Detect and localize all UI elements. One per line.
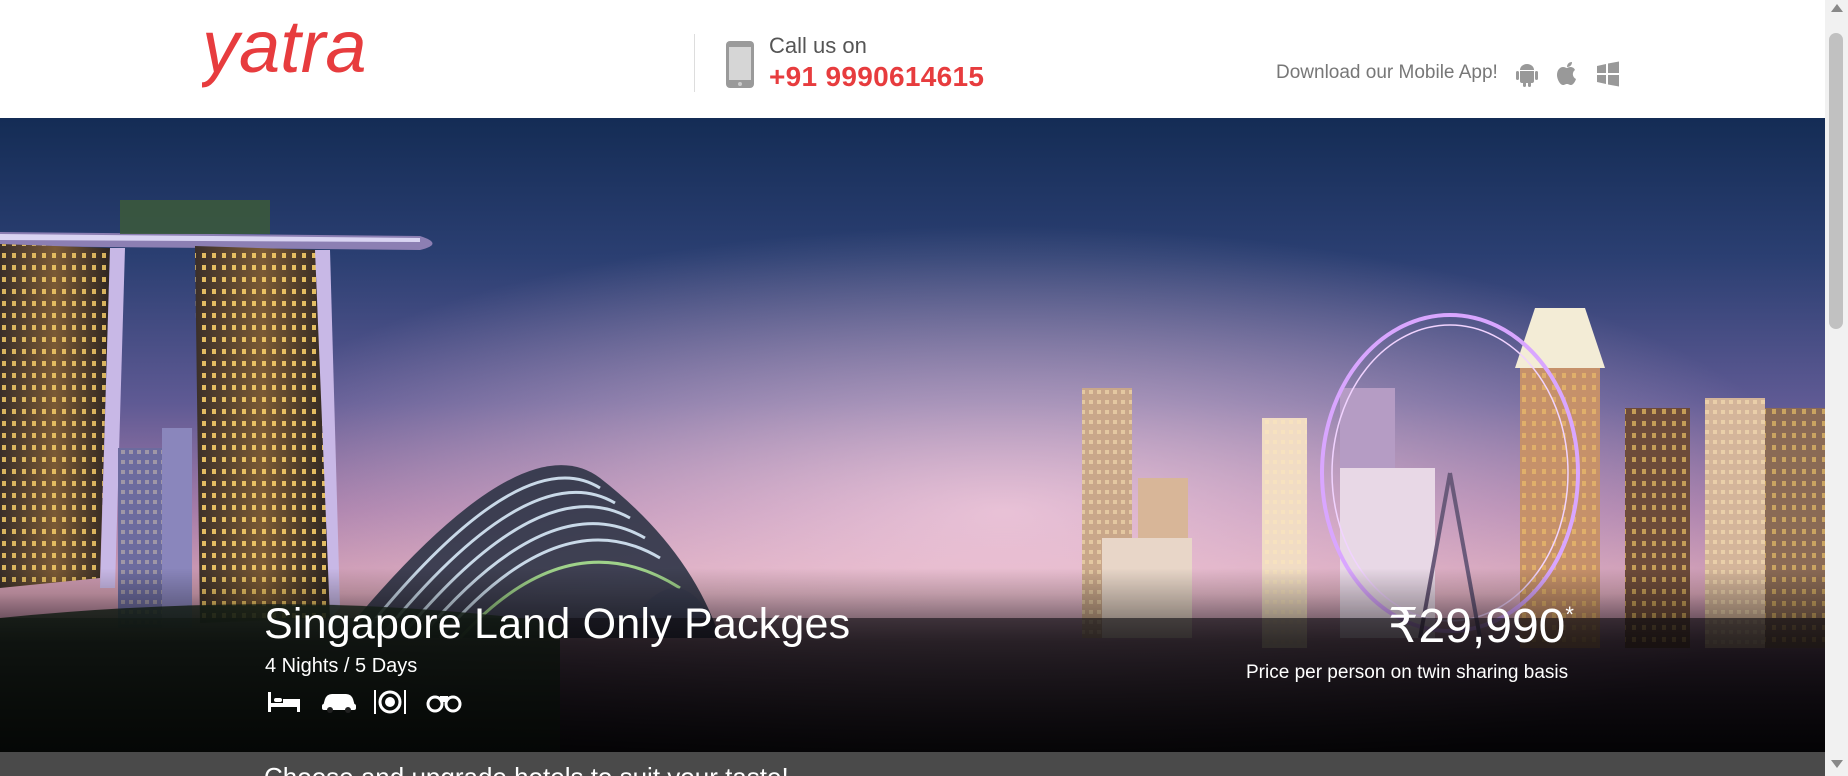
meal-icon [374,690,406,714]
phone-number[interactable]: +91 9990614615 [769,61,984,93]
car-icon [322,694,356,713]
app-download-label: Download our Mobile App! [1276,62,1498,83]
info-bar-text: Choose and upgrade hotels to suit your t… [264,762,789,776]
hotel-icon [268,692,300,712]
scroll-up-arrow-icon[interactable] [1831,4,1843,12]
apple-icon[interactable] [1553,60,1581,88]
package-price: ₹29,990* [1388,600,1574,653]
package-duration: 4 Nights / 5 Days [265,655,418,677]
site-header: yatra Call us on +91 9990614615 Download… [0,0,1825,118]
call-label: Call us on [769,33,867,58]
scroll-down-arrow-icon[interactable] [1831,760,1843,768]
header-divider [694,34,695,92]
windows-icon[interactable] [1594,60,1622,88]
page: yatra Call us on +91 9990614615 Download… [0,0,1825,776]
logo-text: yatra [202,10,367,88]
android-icon[interactable] [1513,60,1541,88]
sightseeing-icon [426,695,462,713]
info-bar: Choose and upgrade hotels to suit your t… [0,752,1825,776]
yatra-logo[interactable]: yatra [202,10,402,102]
mobile-phone-icon [726,41,754,88]
scrollbar-thumb[interactable] [1829,33,1843,329]
package-title: Singapore Land Only Packges [264,600,851,648]
vertical-scrollbar[interactable] [1825,0,1848,776]
price-note: Price per person on twin sharing basis [1246,662,1569,683]
